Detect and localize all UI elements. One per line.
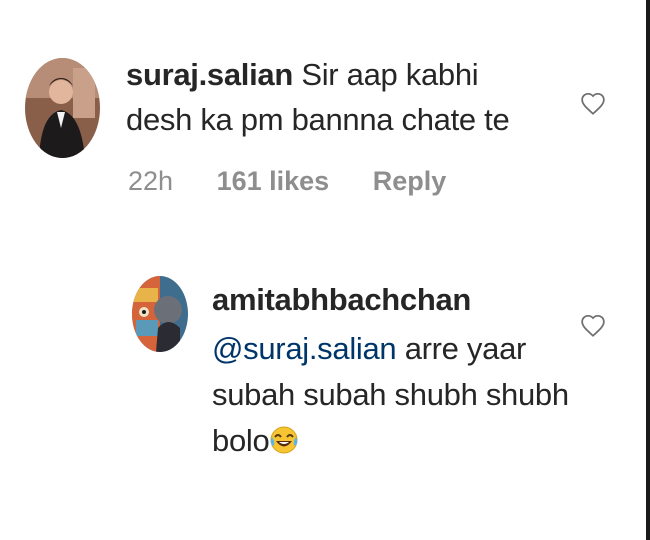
- avatar[interactable]: [25, 58, 100, 158]
- reply-button[interactable]: Reply: [373, 166, 447, 196]
- comment-meta: 22h 161 likes Reply: [128, 166, 482, 197]
- laughing-tears-emoji-icon: [270, 426, 298, 454]
- reply-username[interactable]: amitabhbachchan: [212, 280, 471, 320]
- heart-outline-icon[interactable]: [580, 91, 606, 117]
- right-edge-border: [646, 0, 650, 540]
- comment-time: 22h: [128, 166, 174, 196]
- comment-body: suraj.salian Sir aap kabhi desh ka pm ba…: [126, 52, 546, 142]
- comment-likes[interactable]: 161 likes: [217, 166, 330, 196]
- comment-username[interactable]: suraj.salian: [126, 57, 293, 92]
- mention-link[interactable]: @suraj.salian: [212, 331, 397, 366]
- reply-body: @suraj.salian arre yaar subah subah shub…: [212, 326, 572, 464]
- heart-outline-icon[interactable]: [580, 313, 606, 339]
- avatar[interactable]: [132, 276, 188, 352]
